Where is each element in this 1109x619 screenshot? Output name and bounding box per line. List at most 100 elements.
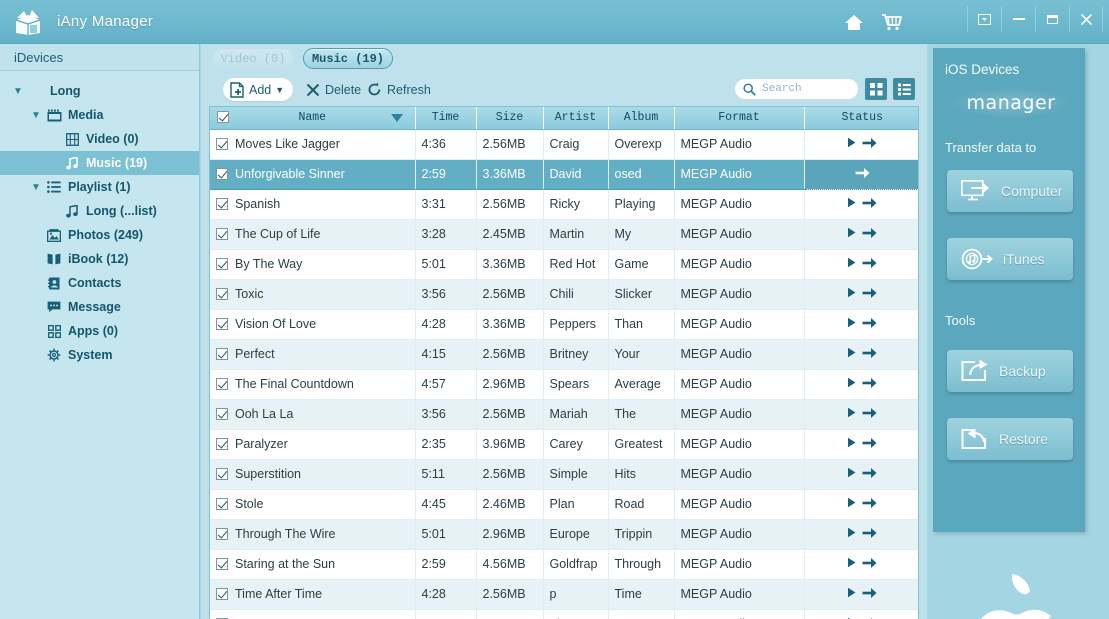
status-actions[interactable] <box>847 377 877 389</box>
table-row[interactable]: Stole 4:45 2.46MB Plan Road MEGP Audio <box>210 489 918 520</box>
column-header-format[interactable]: Format <box>674 107 805 130</box>
search-input[interactable] <box>762 83 852 95</box>
table-row[interactable]: Perfect 4:15 2.56MB Britney Your MEGP Audio <box>210 339 918 370</box>
table-row[interactable]: Staring at the Sun 2:59 4.56MB Goldfrap Thro… <box>210 549 918 580</box>
restore-button[interactable]: Restore <box>947 418 1073 460</box>
row-checkbox[interactable] <box>216 168 228 180</box>
table-row[interactable]: Bye Bye Bye4:363.36MBFingerGreatestMEGP … <box>210 609 918 619</box>
transfer-to-itunes-button[interactable]: iTunes <box>947 238 1073 280</box>
sidebar-item-message[interactable]: · Message <box>0 295 199 319</box>
status-actions[interactable] <box>847 257 877 269</box>
cell-format: MEGP Audio <box>674 609 805 619</box>
sidebar-item-music-19[interactable]: · Music (19) <box>0 151 199 175</box>
row-checkbox[interactable] <box>216 318 228 330</box>
status-actions[interactable] <box>847 347 877 359</box>
table-row[interactable]: Time After Time 4:28 2.56MB p Time MEGP Audio <box>210 579 918 610</box>
status-actions[interactable] <box>847 467 877 479</box>
row-checkbox[interactable] <box>216 528 228 540</box>
cell-album: Than <box>608 309 675 340</box>
table-row[interactable]: Vision Of Love 4:28 3.36MB Peppers Than MEGP … <box>210 309 918 340</box>
search-box[interactable] <box>735 79 858 99</box>
row-checkbox[interactable] <box>216 228 228 240</box>
status-actions[interactable] <box>855 167 870 179</box>
add-button[interactable]: Add ▼ <box>223 78 294 101</box>
tab-video[interactable]: Video (0) <box>212 48 294 69</box>
sidebar-item-video-0[interactable]: · Video (0) <box>0 127 199 151</box>
transfer-to-computer-button[interactable]: Computer <box>947 170 1073 212</box>
sidebar-item-label: Long (...list) <box>86 204 157 218</box>
status-actions[interactable] <box>847 497 877 509</box>
status-actions[interactable] <box>847 287 877 299</box>
maximize-button[interactable] <box>1035 6 1069 32</box>
row-checkbox[interactable] <box>216 288 228 300</box>
sidebar-item-long[interactable]: ▼ Long <box>0 79 199 103</box>
sidebar-item-label: Apps (0) <box>68 324 118 338</box>
close-button[interactable] <box>1069 6 1103 32</box>
row-checkbox[interactable] <box>216 258 228 270</box>
row-checkbox[interactable] <box>216 468 228 480</box>
row-checkbox[interactable] <box>216 408 228 420</box>
tab-music[interactable]: Music (19) <box>303 48 393 69</box>
column-header-size[interactable]: Size <box>476 107 544 130</box>
list-view-icon[interactable] <box>893 78 915 100</box>
table-row[interactable]: Moves Like Jagger 4:36 2.56MB Craig Overexp M… <box>210 129 918 160</box>
row-checkbox[interactable] <box>216 198 228 210</box>
status-actions[interactable] <box>847 407 877 419</box>
add-caret-icon[interactable]: ▼ <box>275 85 284 95</box>
table-row[interactable]: Through The Wire 5:01 2.96MB Europe Trippin M… <box>210 519 918 550</box>
status-actions[interactable] <box>847 437 877 449</box>
status-actions[interactable] <box>847 227 877 239</box>
table-row[interactable]: Paralyzer 2:35 3.96MB Carey Greatest MEGP Aud… <box>210 429 918 460</box>
table-row[interactable]: The Cup of Life 3:28 2.45MB Martin My MEGP Au… <box>210 219 918 250</box>
minimize-button[interactable] <box>1001 6 1035 32</box>
sidebar-item-playlist-1[interactable]: ▼ Playlist (1) <box>0 175 199 199</box>
sidebar-item-photos-249[interactable]: · Photos (249) <box>0 223 199 247</box>
sidebar-item-contacts[interactable]: · Contacts <box>0 271 199 295</box>
row-checkbox[interactable] <box>216 378 228 390</box>
grid-view-icon[interactable] <box>865 78 887 100</box>
skin-button[interactable] <box>967 6 1001 32</box>
column-header-album[interactable]: Album <box>608 107 675 130</box>
column-header-artist[interactable]: Artist <box>543 107 609 130</box>
table-row[interactable]: Spanish 3:31 2.56MB Ricky Playing MEGP Audio <box>210 189 918 220</box>
status-actions[interactable] <box>847 527 877 539</box>
table-row[interactable]: Superstition 5:11 2.56MB Simple Hits MEGP Aud… <box>210 459 918 490</box>
table-row[interactable]: The Final Countdown 4:57 2.96MB Spears Avera… <box>210 369 918 400</box>
sidebar-item-ibook-12[interactable]: · iBook (12) <box>0 247 199 271</box>
table-row[interactable]: Toxic 3:56 2.56MB Chili Slicker MEGP Audio <box>210 279 918 310</box>
backup-button[interactable]: Backup <box>947 350 1073 392</box>
table-row[interactable]: Ooh La La 3:56 2.56MB Mariah The MEGP Audio <box>210 399 918 430</box>
sidebar-item-system[interactable]: · System <box>0 343 199 367</box>
row-checkbox[interactable] <box>216 438 228 450</box>
column-header-status[interactable]: Status <box>804 107 918 130</box>
row-checkbox[interactable] <box>216 558 228 570</box>
cell-time: 3:28 <box>415 219 477 250</box>
expand-caret-icon[interactable]: ▼ <box>28 110 44 121</box>
track-name: The Cup of Life <box>235 227 321 241</box>
sidebar-item-media[interactable]: ▼ Media <box>0 103 199 127</box>
cell-format: MEGP Audio <box>674 189 805 220</box>
cart-icon[interactable] <box>881 11 903 33</box>
sidebar-item-long-list[interactable]: · Long (...list) <box>0 199 199 223</box>
row-checkbox[interactable] <box>216 498 228 510</box>
status-actions[interactable] <box>847 197 877 209</box>
row-checkbox[interactable] <box>216 348 228 360</box>
row-checkbox[interactable] <box>216 588 228 600</box>
row-checkbox[interactable] <box>216 138 228 150</box>
table-row[interactable]: Unforgivable Sinner 2:59 3.36MB David osed ME… <box>210 158 918 190</box>
delete-button[interactable]: Delete <box>306 78 361 101</box>
column-header-name[interactable]: Name <box>210 107 416 130</box>
refresh-button[interactable]: Refresh <box>367 78 431 101</box>
status-actions[interactable] <box>847 137 877 149</box>
select-all-checkbox[interactable] <box>217 111 229 123</box>
column-header-time[interactable]: Time <box>415 107 477 130</box>
status-actions[interactable] <box>847 587 877 599</box>
expand-caret-icon[interactable]: ▼ <box>10 86 26 97</box>
home-icon[interactable] <box>843 11 865 33</box>
table-row[interactable]: By The Way 5:01 3.36MB Red Hot Game MEGP Audi… <box>210 249 918 280</box>
status-actions[interactable] <box>847 317 877 329</box>
sidebar-item-apps-0[interactable]: · Apps (0) <box>0 319 199 343</box>
status-actions[interactable] <box>847 557 877 569</box>
expand-caret-icon[interactable]: ▼ <box>28 182 44 193</box>
sort-desc-icon[interactable] <box>390 113 403 122</box>
